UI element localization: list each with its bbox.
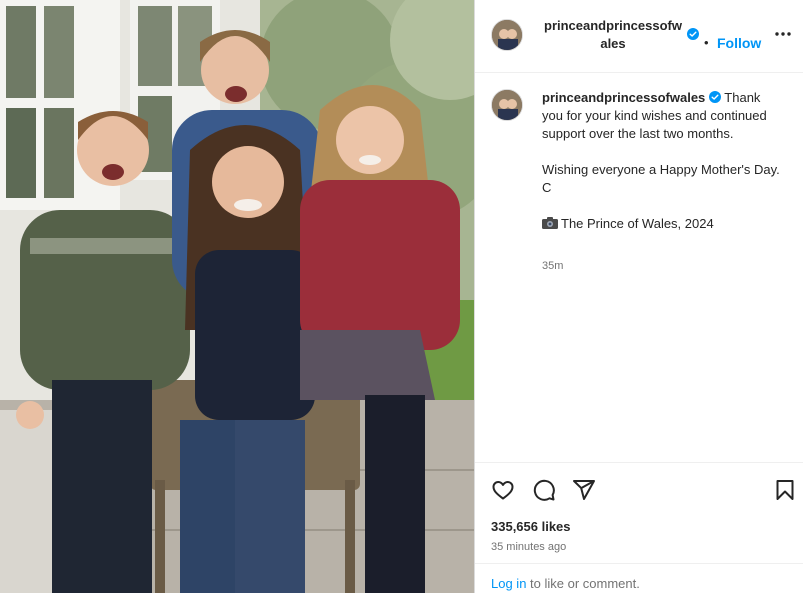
header-username-line2: ales — [600, 36, 626, 51]
bookmark-icon — [776, 480, 794, 500]
family-portrait-image — [0, 0, 474, 593]
post-actions: 335,656 likes 35 minutes ago Log in to l… — [475, 462, 803, 593]
heart-icon — [492, 481, 514, 500]
comment-button[interactable] — [532, 478, 556, 502]
caption-line-2: Wishing everyone a Happy Mother's Day. C — [542, 162, 780, 195]
caption-username[interactable]: princeandprincessofwales — [542, 90, 705, 105]
profile-avatar[interactable] — [491, 19, 523, 51]
login-prompt: Log in to like or comment. — [475, 563, 803, 593]
comment-icon — [533, 479, 555, 501]
login-link[interactable]: Log in — [491, 576, 526, 591]
avatar-image — [492, 90, 522, 120]
caption-line-3: The Prince of Wales, 2024 — [561, 216, 714, 231]
header-username[interactable]: princeandprincessofw ales — [542, 17, 684, 53]
avatar-image — [492, 20, 522, 50]
caption-avatar[interactable] — [491, 89, 523, 121]
login-prompt-text: to like or comment. — [526, 576, 640, 591]
caption-timestamp[interactable]: 35m — [542, 259, 563, 273]
post-timestamp[interactable]: 35 minutes ago — [491, 540, 566, 554]
caption-text: princeandprincessofwales Thank you for y… — [542, 89, 782, 233]
paper-plane-icon — [573, 480, 595, 500]
like-button[interactable] — [491, 478, 515, 502]
verified-badge-icon — [708, 91, 721, 103]
verified-badge-icon — [687, 28, 699, 40]
camera-emoji-icon — [542, 217, 558, 229]
likes-count[interactable]: 335,656 likes — [491, 519, 571, 535]
post-photo[interactable] — [0, 0, 474, 593]
post-sidebar: princeandprincessofw ales • Follow princ… — [474, 0, 803, 593]
share-button[interactable] — [572, 478, 596, 502]
post-header: princeandprincessofw ales • Follow — [475, 0, 803, 73]
follow-button[interactable]: Follow — [717, 35, 761, 51]
more-options-icon[interactable] — [773, 24, 793, 44]
header-username-line1: princeandprincessofw — [544, 18, 682, 33]
save-button[interactable] — [773, 478, 797, 502]
header-separator-dot: • — [704, 35, 709, 50]
